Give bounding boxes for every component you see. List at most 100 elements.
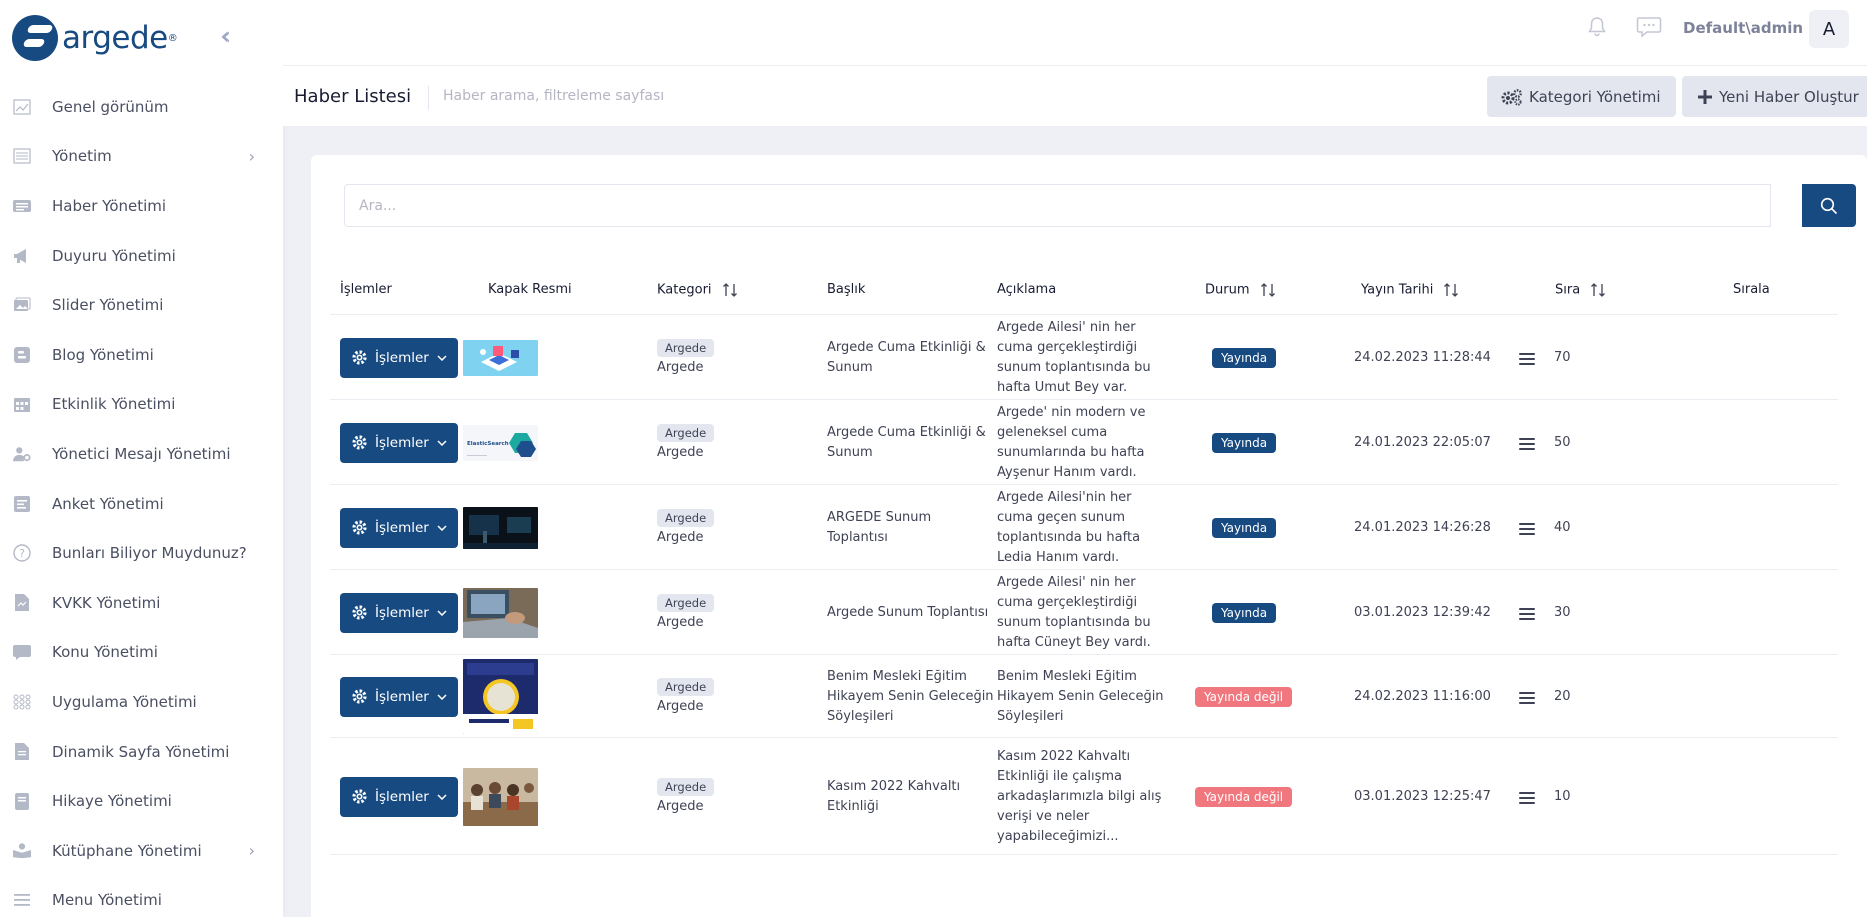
cover-image — [463, 339, 538, 376]
title-line: Söyleşileri — [827, 708, 894, 724]
sidebar-item-label: Hikaye Yönetimi — [52, 792, 172, 811]
description-cell: Argede Ailesi'nin her cuma geçen sunum top… — [997, 488, 1140, 568]
title-cell: Argede Cuma Etkinliği & Sunum — [827, 338, 986, 378]
user-name[interactable]: Default\admin — [1683, 19, 1803, 37]
drag-handle-icon[interactable] — [1519, 607, 1535, 623]
category-text: Argede — [657, 359, 704, 375]
sidebar-item-label: Yönetim — [52, 147, 112, 166]
description-cell: Argede Ailesi' nin her cuma gerçekleştird… — [997, 573, 1151, 653]
row-actions-button[interactable]: İşlemler — [340, 592, 458, 633]
sidebar-item-label: Kütüphane Yönetimi — [52, 841, 202, 860]
cover-image — [463, 587, 538, 638]
sidebar-item-6[interactable]: Etkinlik Yönetimi — [0, 380, 283, 430]
menu-lines-icon — [13, 892, 31, 908]
order-value: 10 — [1554, 788, 1571, 804]
sidebar-item-4[interactable]: Slider Yönetimi — [0, 280, 283, 330]
description-line: sunum toplantısında bu — [997, 359, 1151, 375]
description-line: Söyleşileri — [997, 708, 1064, 724]
avatar[interactable]: A — [1809, 10, 1849, 48]
th-category[interactable]: Kategori — [657, 282, 738, 298]
megaphone-icon — [13, 248, 31, 264]
sidebar-item-label: Yönetici Mesajı Yönetimi — [52, 444, 231, 463]
row-actions-button[interactable]: İşlemler — [340, 337, 458, 378]
sidebar-item-5[interactable]: Blog Yönetimi — [0, 330, 283, 380]
sidebar-item-7[interactable]: Yönetici Mesajı Yönetimi — [0, 429, 283, 479]
sidebar-item-0[interactable]: Genel görünüm — [0, 82, 283, 132]
sidebar-item-3[interactable]: Duyuru Yönetimi — [0, 231, 283, 281]
row-actions-button[interactable]: İşlemler — [340, 422, 458, 463]
description-cell: Argede Ailesi' nin her cuma gerçekleştird… — [997, 318, 1151, 398]
sidebar-item-14[interactable]: Hikaye Yönetimi — [0, 776, 283, 826]
create-news-button[interactable]: Yeni Haber Oluştur — [1682, 76, 1867, 117]
reader-icon — [13, 843, 31, 859]
category-text: Argede — [657, 529, 704, 545]
sidebar-item-9[interactable]: ? Bunları Biliyor Muydunuz? — [0, 528, 283, 578]
search-input[interactable] — [344, 184, 1771, 227]
settings-panel-icon — [13, 148, 31, 164]
sidebar-item-2[interactable]: Haber Yönetimi — [0, 181, 283, 231]
title-line: ARGEDE Sunum — [827, 509, 932, 525]
sidebar-item-15[interactable]: Kütüphane Yönetimi › — [0, 826, 283, 876]
sidebar-item-label: Konu Yönetimi — [52, 643, 158, 662]
status-cell: Yayında — [1212, 517, 1277, 538]
drag-handle-icon[interactable] — [1519, 437, 1535, 453]
description-line: sunumlarında bu hafta — [997, 444, 1145, 460]
chevron-right-icon: › — [248, 146, 255, 166]
table-row: İşlemler ElasticSearch Argede Argede Argede … — [330, 400, 1838, 485]
drag-handle-icon[interactable] — [1519, 352, 1535, 368]
page-subtitle: Haber arama, filtreleme sayfası — [443, 88, 665, 104]
gears-icon — [1501, 88, 1522, 106]
title-line: Argede Sunum Toplantısı — [827, 604, 989, 620]
category-text: Argede — [657, 614, 704, 630]
sidebar-item-16[interactable]: Menu Yönetimi — [0, 876, 283, 917]
order-value: 40 — [1554, 519, 1571, 535]
title-separator — [428, 86, 429, 110]
cover-image — [463, 506, 538, 549]
title-cell: Argede Cuma Etkinliği & Sunum — [827, 423, 986, 463]
description-line: toplantısında bu hafta — [997, 529, 1141, 545]
chat-icon[interactable] — [1636, 16, 1662, 38]
gear-icon — [352, 350, 367, 365]
blogger-icon — [13, 346, 31, 363]
publish-date: 24.01.2023 14:26:28 — [1354, 519, 1491, 535]
drag-handle-icon[interactable] — [1519, 791, 1535, 807]
sidebar-collapse-icon[interactable]: ‹‹ — [220, 22, 232, 50]
category-text: Argede — [657, 444, 704, 460]
chevron-down-icon — [437, 793, 447, 800]
search-button[interactable] — [1802, 184, 1856, 227]
sidebar-item-10[interactable]: KVKK Yönetimi — [0, 578, 283, 628]
publish-date: 03.01.2023 12:39:42 — [1354, 604, 1491, 620]
category-badge: Argede — [657, 338, 715, 357]
drag-handle-icon[interactable] — [1519, 691, 1535, 707]
category-cell: Argede Argede — [657, 422, 715, 460]
sidebar-item-11[interactable]: Konu Yönetimi — [0, 628, 283, 678]
category-cell: Argede Argede — [657, 592, 715, 630]
sidebar-item-label: Duyuru Yönetimi — [52, 246, 176, 265]
brand-logo[interactable]: argede ® — [12, 14, 178, 62]
sidebar-item-12[interactable]: Uygulama Yönetimi — [0, 677, 283, 727]
title-line: Toplantısı — [827, 529, 888, 545]
gear-icon — [352, 689, 367, 704]
status-badge: Yayında değil — [1195, 786, 1293, 807]
row-actions-button[interactable]: İşlemler — [340, 776, 458, 817]
th-order[interactable]: Sıra — [1555, 282, 1606, 298]
table-header: İşlemler Kapak Resmi Kategori Başlık Açı… — [330, 268, 1838, 315]
row-actions-button[interactable]: İşlemler — [340, 676, 458, 717]
sidebar-item-label: Bunları Biliyor Muydunuz? — [52, 544, 247, 563]
th-actions: İşlemler — [340, 282, 392, 297]
bell-icon[interactable] — [1585, 15, 1609, 39]
subheader: Haber Listesi Haber arama, filtreleme sa… — [283, 66, 1867, 126]
sidebar-item-1[interactable]: Yönetim › — [0, 132, 283, 182]
category-management-button[interactable]: Kategori Yönetimi — [1487, 76, 1676, 117]
title-line: Argede Cuma Etkinliği & — [827, 424, 986, 440]
sidebar-item-13[interactable]: Dinamik Sayfa Yönetimi — [0, 727, 283, 777]
th-description: Açıklama — [997, 282, 1057, 297]
drag-handle-icon[interactable] — [1519, 522, 1535, 538]
th-status[interactable]: Durum — [1205, 282, 1276, 298]
th-status-label: Durum — [1205, 282, 1250, 298]
description-line: Kasım 2022 Kahvaltı — [997, 748, 1131, 764]
sidebar-item-8[interactable]: Anket Yönetimi — [0, 479, 283, 529]
description-line: yapabileceğimizi... — [997, 828, 1119, 844]
th-date[interactable]: Yayın Tarihi — [1361, 282, 1459, 298]
row-actions-button[interactable]: İşlemler — [340, 507, 458, 548]
